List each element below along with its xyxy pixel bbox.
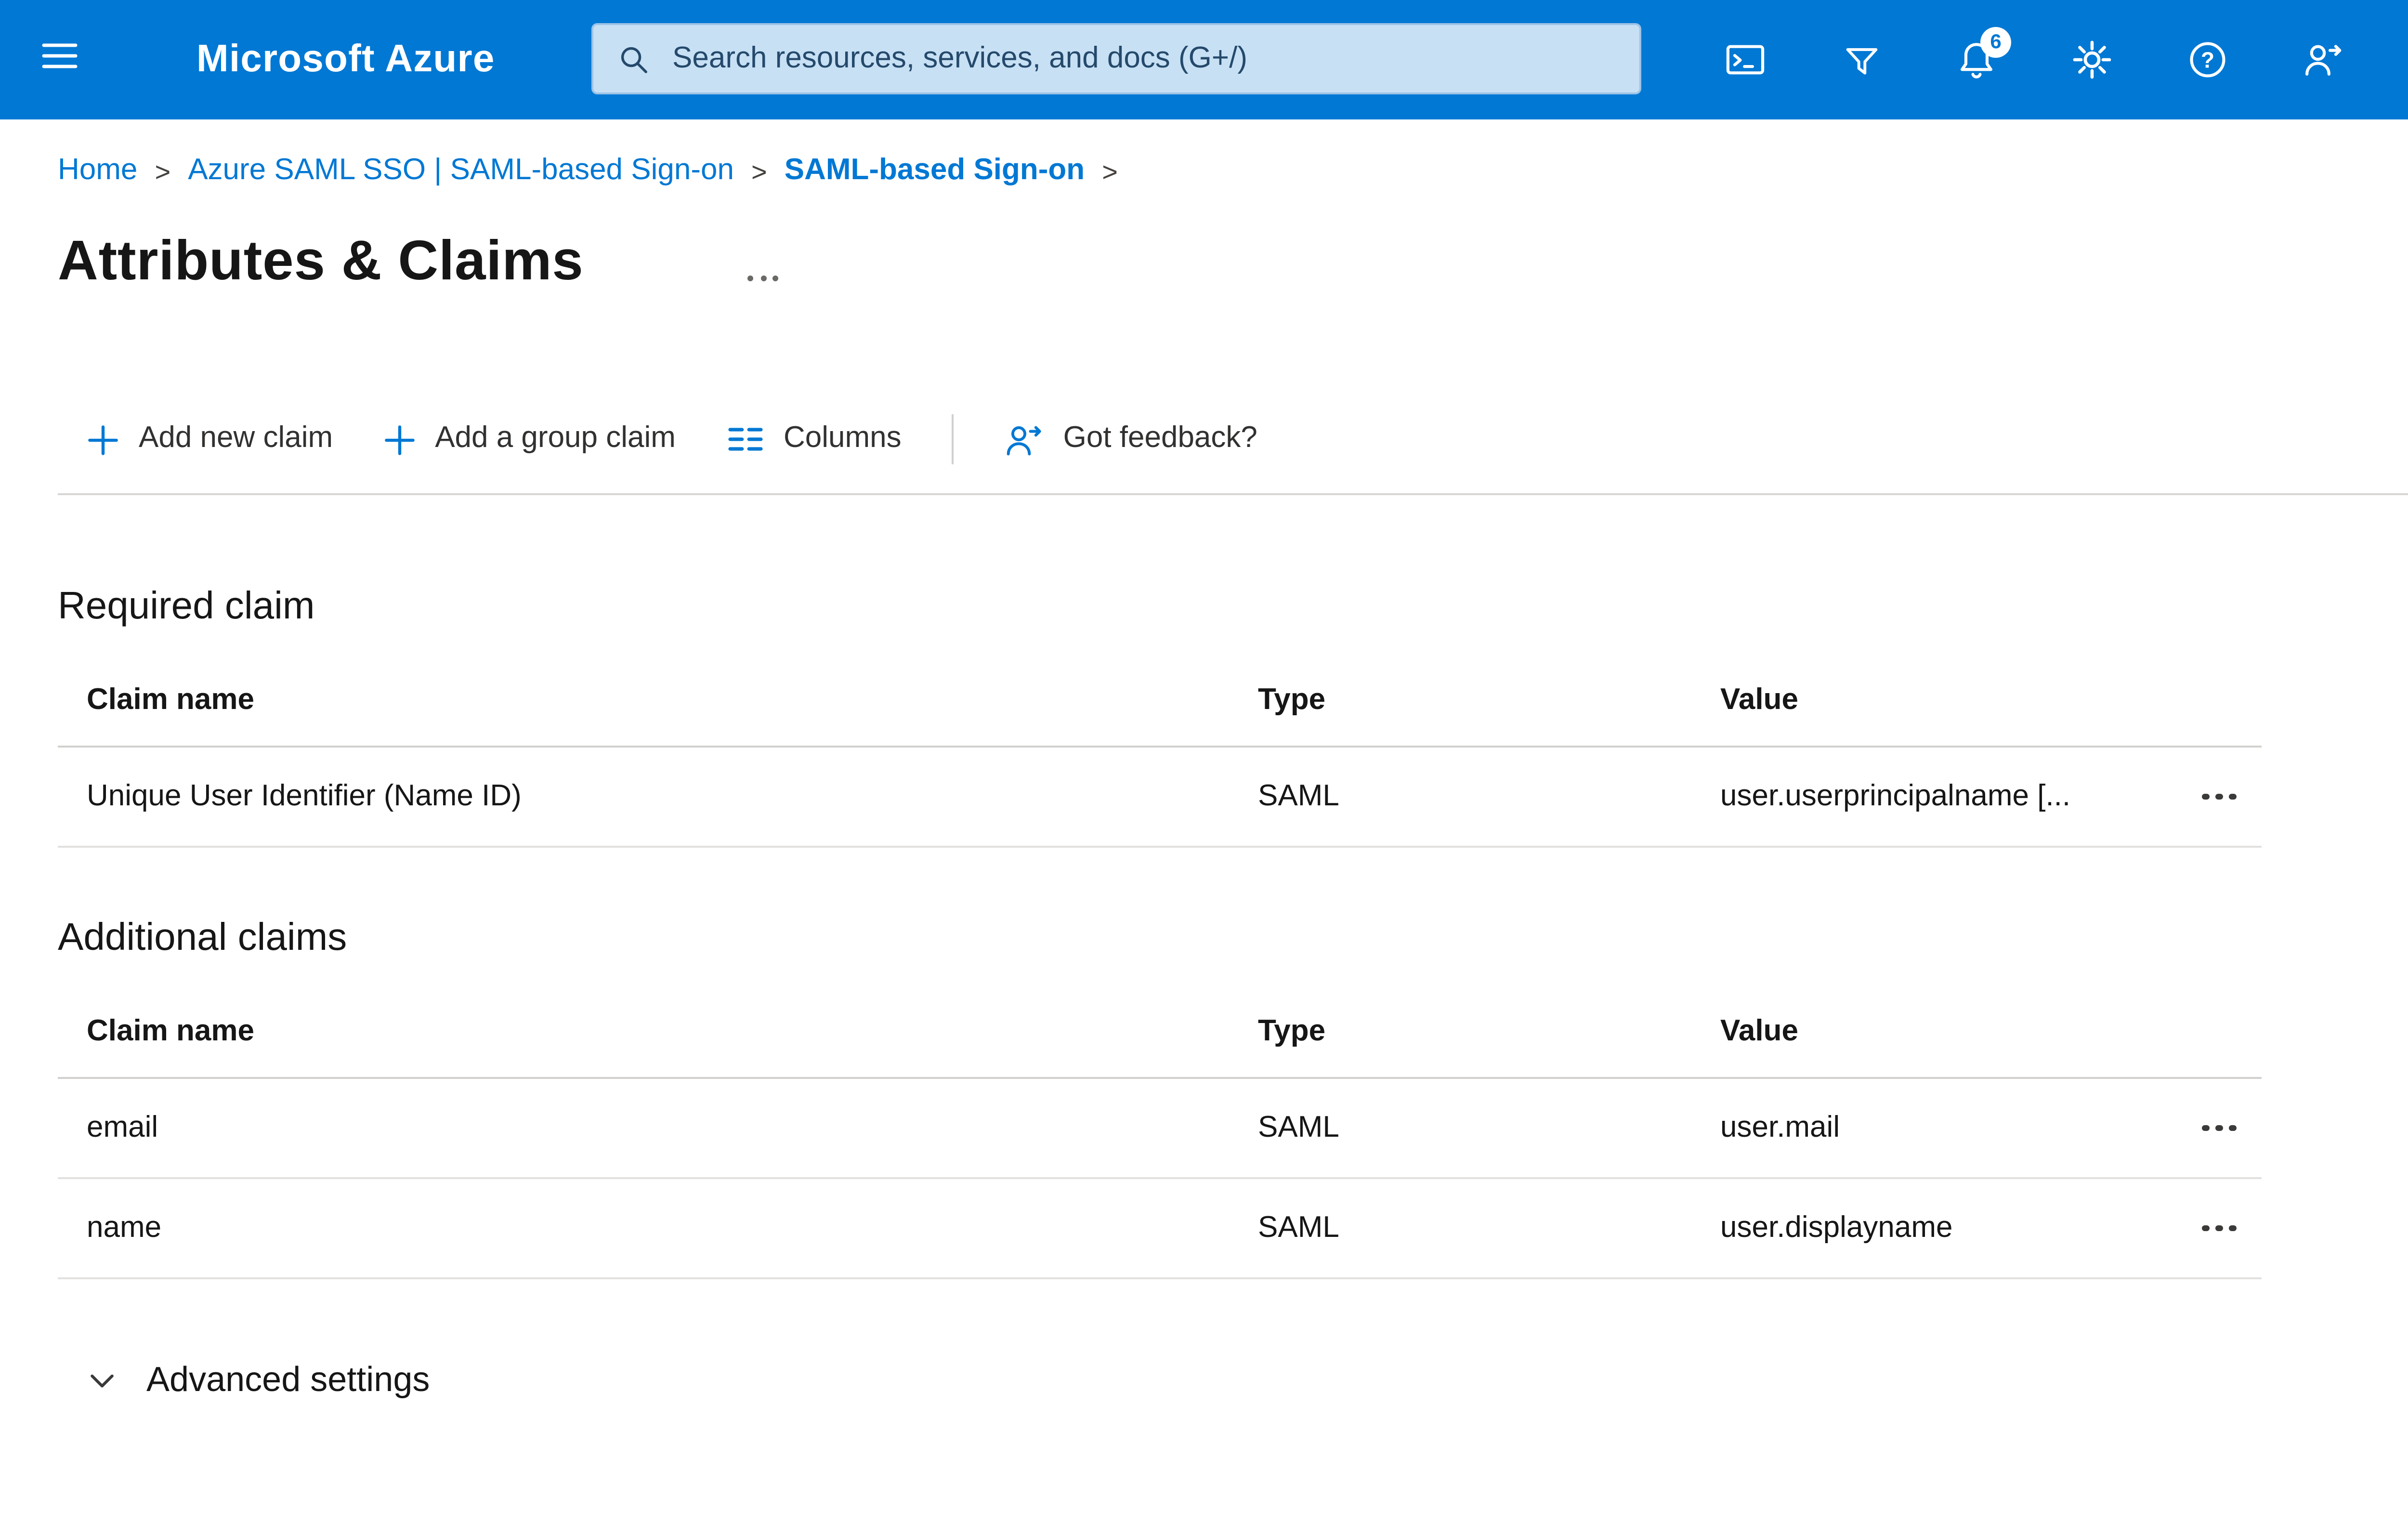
page-title-more-options-icon[interactable] xyxy=(747,276,778,281)
column-header-claim-name: Claim name xyxy=(87,1015,255,1048)
plus-icon xyxy=(383,423,416,456)
claim-value-cell: user.userprincipalname [... xyxy=(1720,779,2071,812)
cloud-shell-button[interactable] xyxy=(1711,25,1780,94)
column-header-claim-name: Claim name xyxy=(87,684,255,717)
notifications-button[interactable]: 6 xyxy=(1942,25,2011,94)
hamburger-menu-icon xyxy=(39,34,81,86)
table-row[interactable]: email SAML user.mail xyxy=(58,1079,2262,1179)
breadcrumb-app-sso[interactable]: Azure SAML SSO | SAML-based Sign-on xyxy=(188,154,734,189)
add-group-claim-button[interactable]: Add a group claim xyxy=(383,422,676,457)
breadcrumb-separator: > xyxy=(751,156,767,187)
page-title: Attributes & Claims xyxy=(58,231,584,293)
directory-filter-button[interactable] xyxy=(1826,25,1896,94)
breadcrumb-saml-signon[interactable]: SAML-based Sign-on xyxy=(785,154,1085,189)
table-header-row: Claim name Type Value xyxy=(58,657,2262,748)
breadcrumb-separator: > xyxy=(1102,156,1118,187)
claim-name-cell: email xyxy=(87,1111,158,1143)
filter-icon xyxy=(1841,39,1881,80)
claim-type-cell: SAML xyxy=(1258,779,1339,812)
breadcrumb-home[interactable]: Home xyxy=(58,154,137,189)
breadcrumb-separator: > xyxy=(155,156,171,187)
top-bar: Microsoft Azure 6 xyxy=(0,0,2408,119)
plus-icon xyxy=(87,423,119,456)
column-header-value: Value xyxy=(1720,684,1798,717)
add-new-claim-label: Add new claim xyxy=(139,422,333,455)
additional-claims-table: Claim name Type Value email SAML user.ma… xyxy=(58,988,2262,1279)
column-header-type: Type xyxy=(1258,684,1326,717)
columns-button[interactable]: Columns xyxy=(726,422,902,457)
notification-badge: 6 xyxy=(1980,27,2011,58)
row-more-options-icon[interactable] xyxy=(2195,1113,2244,1143)
table-row[interactable]: name SAML user.displayname xyxy=(58,1179,2262,1279)
additional-claims-heading: Additional claims xyxy=(58,917,347,959)
row-more-options-icon[interactable] xyxy=(2195,782,2244,812)
add-group-claim-label: Add a group claim xyxy=(435,422,676,455)
viewport: Microsoft Azure 6 xyxy=(0,0,2408,1523)
got-feedback-button[interactable]: Got feedback? xyxy=(1004,419,1257,460)
claim-name-cell: Unique User Identifier (Name ID) xyxy=(87,779,522,812)
row-more-options-icon[interactable] xyxy=(2195,1213,2244,1243)
claim-value-cell: user.mail xyxy=(1720,1111,1840,1143)
columns-icon xyxy=(726,424,764,455)
toolbar-divider xyxy=(951,414,954,464)
got-feedback-label: Got feedback? xyxy=(1063,422,1257,455)
required-claim-heading: Required claim xyxy=(58,586,315,628)
help-button[interactable]: ? xyxy=(2173,25,2242,94)
claim-value-cell: user.displayname xyxy=(1720,1211,1953,1244)
azure-portal-page: Microsoft Azure 6 xyxy=(0,0,2408,1523)
main-content: Required claim Claim name Type Value Uni… xyxy=(58,493,2262,1401)
breadcrumb: Home > Azure SAML SSO | SAML-based Sign-… xyxy=(58,154,1118,189)
feedback-button[interactable] xyxy=(2289,25,2358,94)
feedback-icon xyxy=(2302,39,2344,81)
cloud-shell-icon xyxy=(1724,39,1767,81)
topbar-icon-group: 6 ? xyxy=(1711,0,2358,119)
table-header-row: Claim name Type Value xyxy=(58,988,2262,1079)
advanced-settings-label: Advanced settings xyxy=(146,1360,430,1399)
claim-type-cell: SAML xyxy=(1258,1211,1339,1244)
gear-icon xyxy=(2071,39,2113,81)
command-bar: Add new claim Add a group claim Columns … xyxy=(87,405,1257,474)
search-icon xyxy=(616,41,651,76)
column-header-type: Type xyxy=(1258,1015,1326,1048)
product-title[interactable]: Microsoft Azure xyxy=(196,38,495,82)
column-header-value: Value xyxy=(1720,1015,1798,1048)
svg-text:?: ? xyxy=(2201,48,2214,73)
claim-type-cell: SAML xyxy=(1258,1111,1339,1143)
add-new-claim-button[interactable]: Add new claim xyxy=(87,422,333,457)
search-input[interactable] xyxy=(668,39,1616,78)
required-claims-table: Claim name Type Value Unique User Identi… xyxy=(58,657,2262,848)
table-row[interactable]: Unique User Identifier (Name ID) SAML us… xyxy=(58,748,2262,848)
feedback-icon xyxy=(1004,419,1044,460)
claim-name-cell: name xyxy=(87,1211,162,1244)
advanced-settings-expander[interactable]: Advanced settings xyxy=(87,1360,2262,1401)
hamburger-menu-button[interactable] xyxy=(0,0,119,119)
columns-label: Columns xyxy=(783,422,902,455)
global-search[interactable] xyxy=(591,23,1641,94)
help-icon: ? xyxy=(2186,39,2229,81)
chevron-down-icon xyxy=(87,1365,118,1396)
settings-button[interactable] xyxy=(2057,25,2127,94)
